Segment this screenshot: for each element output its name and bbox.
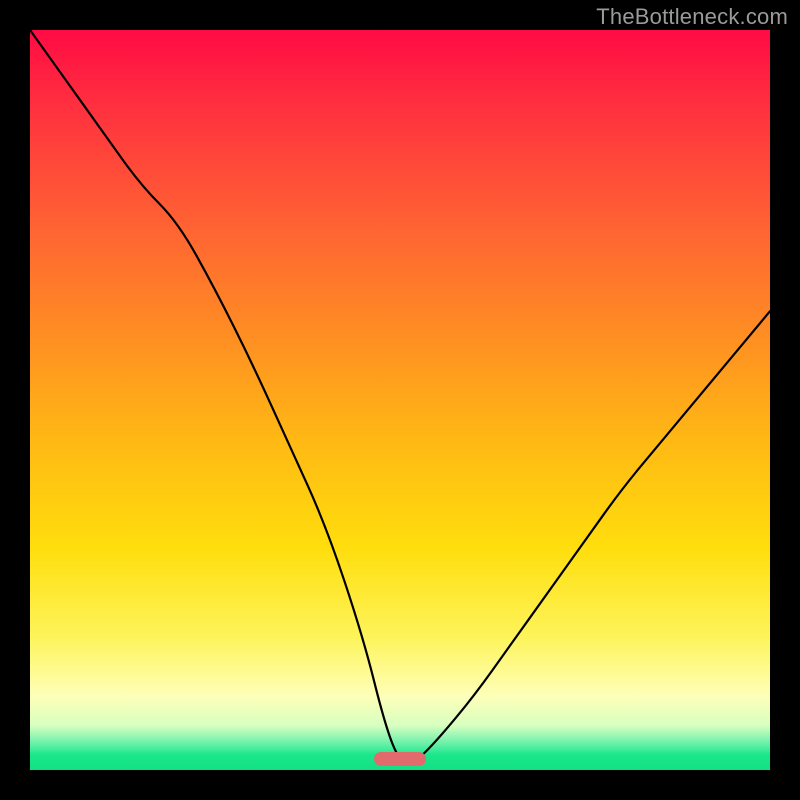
watermark-text: TheBottleneck.com — [596, 4, 788, 30]
bottleneck-curve — [30, 30, 770, 770]
optimum-marker — [374, 752, 426, 766]
plot-area — [30, 30, 770, 770]
chart-frame: TheBottleneck.com — [0, 0, 800, 800]
